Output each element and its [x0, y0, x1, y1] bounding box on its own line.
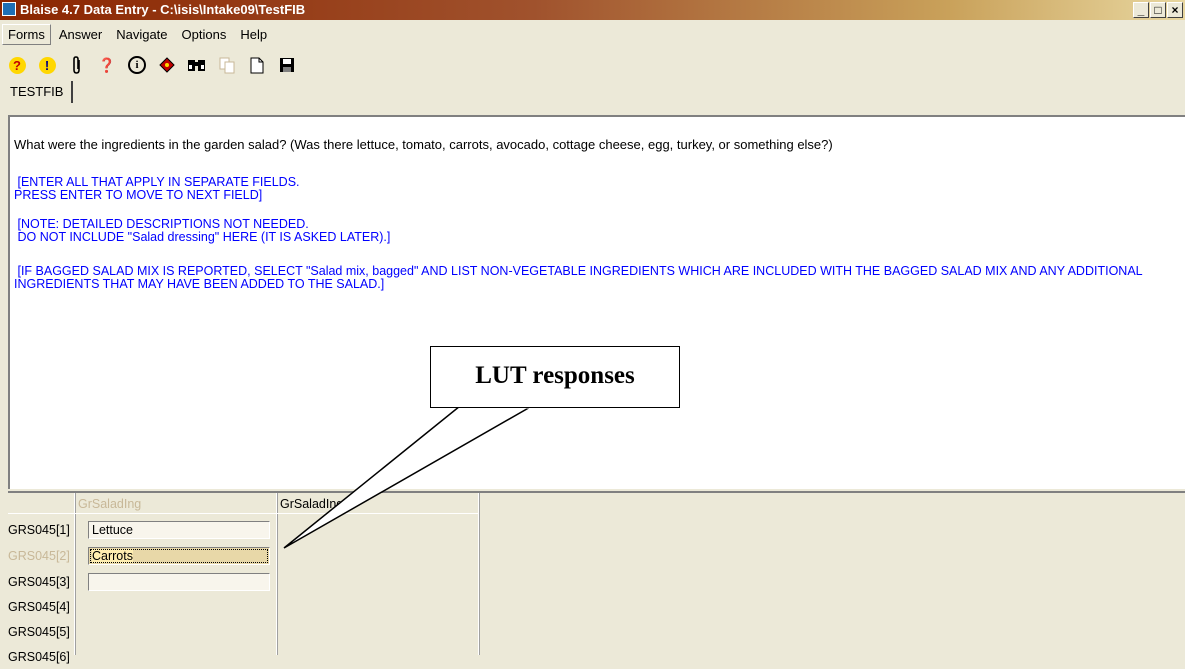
callout-lut-responses: LUT responses	[430, 346, 680, 408]
callout-pointer	[283, 405, 535, 549]
